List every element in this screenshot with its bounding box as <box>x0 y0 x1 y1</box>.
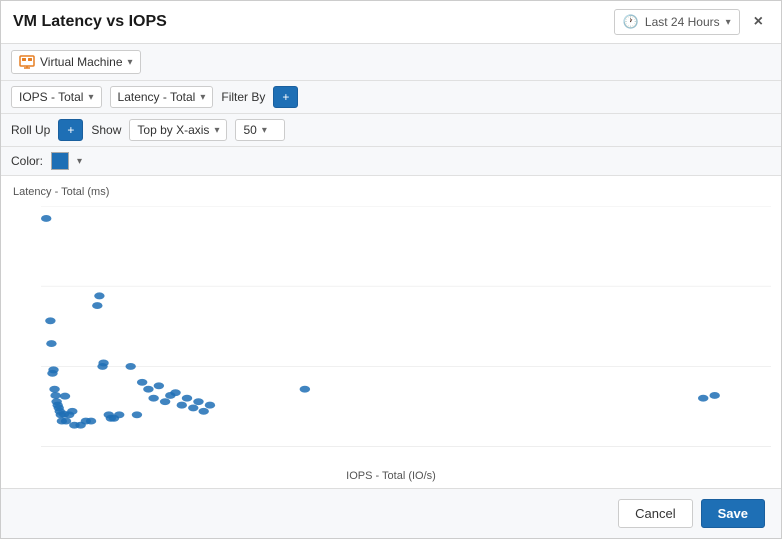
toolbar-row1: Virtual Machine ▾ <box>1 44 781 81</box>
latency-dropdown[interactable]: Latency - Total ▾ <box>110 86 214 108</box>
top-by-value-label: 50 <box>243 123 256 137</box>
latency-label: Latency - Total <box>118 90 196 104</box>
rollup-label: Roll Up <box>11 123 50 137</box>
toolbar-row2: IOPS - Total ▾ Latency - Total ▾ Filter … <box>1 81 781 114</box>
time-range-label: Last 24 Hours <box>645 15 720 29</box>
x-axis-label: IOPS - Total (IO/s) <box>346 470 436 482</box>
time-range-picker[interactable]: 🕐 Last 24 Hours ▾ <box>614 9 740 35</box>
filter-by-add-button[interactable]: + <box>273 86 298 108</box>
cancel-button[interactable]: Cancel <box>618 499 692 528</box>
dialog: VM Latency vs IOPS 🕐 Last 24 Hours ▾ × V… <box>0 0 782 539</box>
top-by-dropdown[interactable]: Top by X-axis ▾ <box>129 119 227 141</box>
vm-arrow: ▾ <box>128 57 133 68</box>
iops-dropdown[interactable]: IOPS - Total ▾ <box>11 86 102 108</box>
color-label: Color: <box>11 154 43 168</box>
dialog-title: VM Latency vs IOPS <box>13 13 167 31</box>
virtual-machine-selector[interactable]: Virtual Machine ▾ <box>11 50 141 74</box>
clock-icon: 🕐 <box>623 14 639 30</box>
header-right: 🕐 Last 24 Hours ▾ × <box>614 9 769 35</box>
top-by-value-dropdown[interactable]: 50 ▾ <box>235 119 285 141</box>
top-by-arrow: ▾ <box>214 125 219 136</box>
color-swatch[interactable] <box>51 152 69 170</box>
iops-label: IOPS - Total <box>19 90 83 104</box>
dialog-footer: Cancel Save <box>1 488 781 538</box>
vm-icon <box>19 54 35 70</box>
close-button[interactable]: × <box>748 11 769 33</box>
save-button[interactable]: Save <box>701 499 765 528</box>
scatter-chart: 7.5 5 2.5 0 0 500 1000 1500 2000 2500 30… <box>41 206 771 448</box>
iops-arrow: ▾ <box>88 92 93 103</box>
top-by-value-arrow: ▾ <box>262 125 267 136</box>
time-range-arrow: ▾ <box>726 17 731 28</box>
chart-container: 7.5 5 2.5 0 0 500 1000 1500 2000 2500 30… <box>41 206 771 448</box>
chart-area: Latency - Total (ms) 7.5 5 2.5 0 0 500 1… <box>1 176 781 488</box>
color-arrow: ▾ <box>77 156 82 167</box>
toolbar-row3: Roll Up + Show Top by X-axis ▾ 50 ▾ <box>1 114 781 147</box>
top-by-label: Top by X-axis <box>137 123 209 137</box>
latency-arrow: ▾ <box>200 92 205 103</box>
filter-by-label: Filter By <box>221 90 265 104</box>
rollup-add-button[interactable]: + <box>58 119 83 141</box>
show-label: Show <box>91 123 121 137</box>
vm-label: Virtual Machine <box>40 55 123 69</box>
dialog-header: VM Latency vs IOPS 🕐 Last 24 Hours ▾ × <box>1 1 781 44</box>
toolbar-row4: Color: ▾ <box>1 147 781 176</box>
y-axis-label: Latency - Total (ms) <box>13 186 109 198</box>
